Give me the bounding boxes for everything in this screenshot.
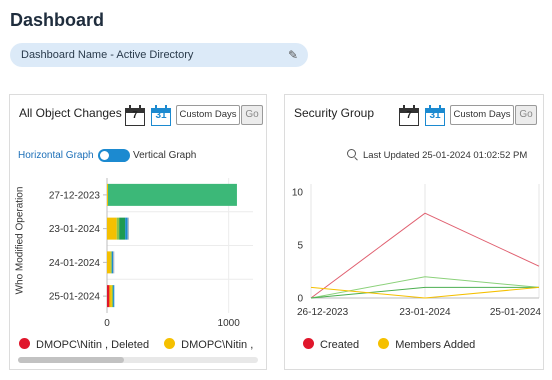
legend-dot-icon [303, 338, 314, 349]
bar [107, 251, 111, 274]
x-tick-label: 23-01-2024 [399, 307, 451, 318]
legend-item[interactable]: Members Added [378, 338, 475, 351]
legend-item[interactable]: Created [303, 338, 359, 351]
y-tick-label: 24-01-2024 [49, 258, 101, 269]
y-tick-label: 0 [297, 294, 303, 305]
legend-dot-icon [164, 338, 176, 349]
bar [107, 183, 108, 206]
dashboard-name-label: Dashboard Name - Active Directory [21, 49, 194, 61]
bar [107, 183, 237, 206]
bar [109, 285, 112, 308]
chart-legend: Created Members Added [303, 338, 487, 351]
bar [107, 217, 117, 240]
legend-item[interactable]: DMOPC\Nitin , [164, 338, 253, 351]
all-object-changes-card: All Object Changes 7 31 Custom Days Go H… [9, 94, 267, 370]
horizontal-bar-chart: 0 1000 27-12-2023 23-01-2024 24-01-2024 25-01… [49, 178, 253, 329]
bar [111, 251, 114, 274]
line-chart: 0 5 10 26-12-2023 23-01-2024 25-01-2024 [292, 184, 542, 318]
x-tick-label: 0 [104, 318, 110, 329]
x-tick-label: 1000 [218, 318, 241, 329]
page-title: Dashboard [10, 10, 105, 30]
bar [111, 285, 114, 308]
legend-label: DMOPC\Nitin , [181, 339, 254, 351]
legend-dot-icon [19, 338, 30, 349]
y-tick-label: 5 [297, 241, 303, 252]
y-tick-label: 23-01-2024 [49, 224, 101, 235]
bar [125, 217, 128, 240]
bar [113, 285, 115, 308]
y-tick-label: 27-12-2023 [49, 190, 101, 201]
legend-label: Created [320, 339, 360, 351]
chart-legend: DMOPC\Nitin , Deleted DMOPC\Nitin , [19, 338, 265, 351]
y-tick-label: 25-01-2024 [49, 292, 101, 303]
bar [107, 285, 110, 308]
x-tick-label: 26-12-2023 [297, 307, 349, 318]
bar [127, 217, 129, 240]
x-tick-label: 25-01-2024 [490, 307, 542, 318]
security-group-card: Security Group 7 31 Custom Days Go Last … [284, 94, 544, 370]
legend-label: DMOPC\Nitin , Deleted [36, 339, 150, 351]
bar [119, 217, 126, 240]
bar [113, 251, 115, 274]
pencil-icon[interactable]: ✎ [288, 43, 298, 67]
dashboard-selector[interactable]: Dashboard Name - Active Directory ✎ [10, 43, 308, 67]
bar [116, 217, 120, 240]
legend-label: Members Added [395, 339, 476, 351]
legend-scrollbar[interactable] [18, 357, 258, 363]
y-tick-label: 10 [292, 188, 304, 199]
legend-dot-icon [378, 338, 390, 349]
legend-item[interactable]: DMOPC\Nitin , Deleted [19, 338, 149, 351]
scrollbar-thumb[interactable] [18, 357, 124, 363]
bar [110, 251, 112, 274]
